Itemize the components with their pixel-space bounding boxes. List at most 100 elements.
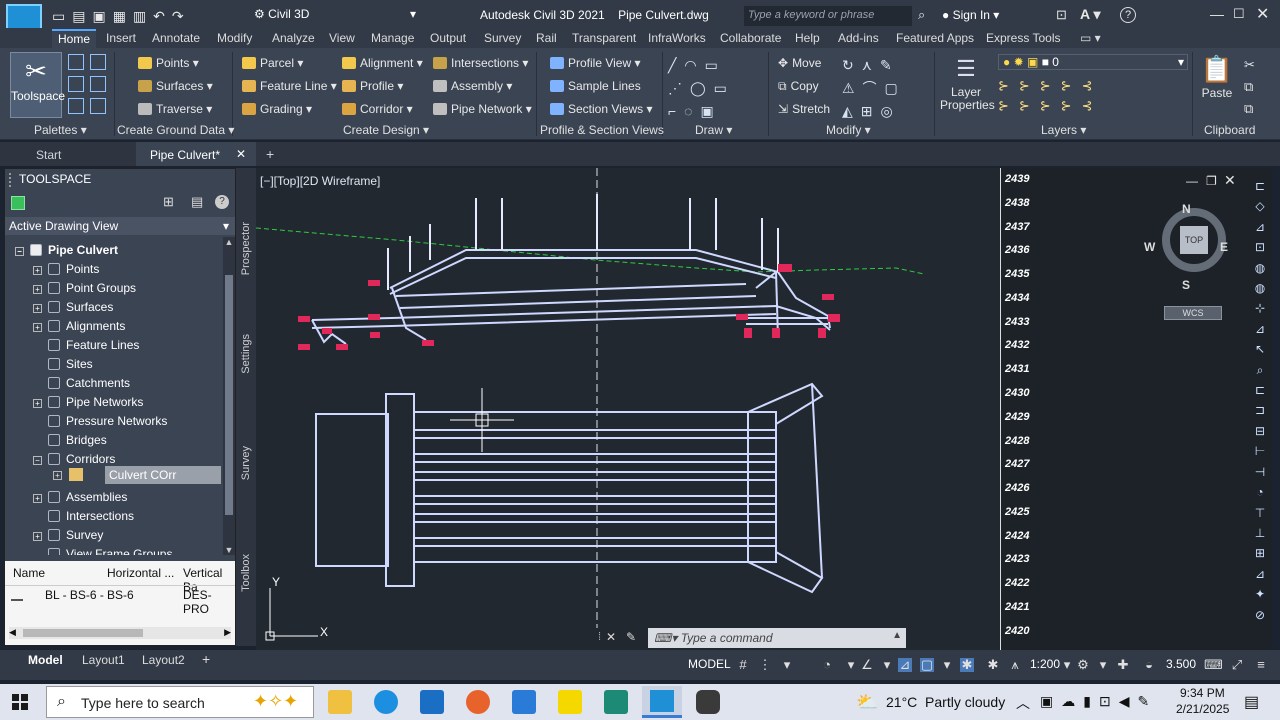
compass-n[interactable]: N xyxy=(1182,202,1191,216)
viewport-restore-icon[interactable]: ❐ xyxy=(1206,174,1217,188)
civil3d-taskbar-item[interactable] xyxy=(642,686,682,718)
tree-item-assemblies[interactable]: + Assemblies xyxy=(33,490,127,504)
globe-icon[interactable]: ◍ xyxy=(1250,278,1270,298)
tree-item-view-frame-groups[interactable]: View Frame Groups xyxy=(48,547,172,555)
open-icon[interactable]: ▤ xyxy=(72,8,92,24)
close-tab-icon[interactable]: ✕ xyxy=(236,147,246,161)
search-icon[interactable]: ⌕ xyxy=(918,7,925,23)
notification-icon[interactable]: ▤ xyxy=(1244,692,1259,712)
draw-row-1[interactable]: ╱◠▭ xyxy=(668,54,764,77)
autodesk-a-icon[interactable]: A ▾ xyxy=(1080,6,1101,23)
command-grip-icon[interactable]: ⁞ xyxy=(598,631,601,643)
stretch-button[interactable]: ⇲ Stretch xyxy=(778,102,830,116)
modify-row-1[interactable]: ↻⋏✎ xyxy=(842,54,932,77)
expand-icon[interactable]: + xyxy=(33,532,42,541)
nav-tool-icon[interactable]: ✦ xyxy=(1250,584,1270,604)
viewport-close-icon[interactable]: ✕ xyxy=(1224,172,1236,189)
palette-icon-1[interactable] xyxy=(68,54,84,70)
side-tab-prospector[interactable]: Prospector xyxy=(240,222,252,275)
status-value[interactable]: 3.500 xyxy=(1166,657,1196,671)
tray-chevron-up-icon[interactable]: ︿ xyxy=(1016,693,1030,713)
volume-icon[interactable]: ◀ xyxy=(1119,693,1138,709)
nav-tool-icon[interactable]: ◇ xyxy=(1250,196,1270,216)
modify-row-2[interactable]: ⚠⌒▢ xyxy=(842,77,932,100)
tree-scroll-down-icon[interactable]: ▼ xyxy=(223,545,235,555)
expand-icon[interactable]: + xyxy=(33,304,42,313)
tab-insert[interactable]: Insert xyxy=(106,31,136,45)
clock-date[interactable]: 2/21/2025 xyxy=(1176,702,1229,716)
search-input[interactable]: Type a keyword or phrase xyxy=(744,6,912,26)
table-header-horizontal[interactable]: Horizontal ... xyxy=(107,566,174,580)
drawing-viewport[interactable]: [−][Top][2D Wireframe] Y X 2439 2438 243… xyxy=(256,168,1272,650)
selection-cycling-icon[interactable]: ▢ xyxy=(920,658,934,672)
compass-w[interactable]: W xyxy=(1144,240,1155,254)
grading-button[interactable]: Grading ▾ xyxy=(242,102,312,116)
move-button[interactable]: ✥ Move xyxy=(778,56,821,70)
tab-output[interactable]: Output xyxy=(430,31,466,45)
grid-icon[interactable]: # xyxy=(736,658,750,672)
maximize-button[interactable]: ☐ xyxy=(1233,6,1245,22)
chevron-down-icon[interactable]: ▾ xyxy=(844,658,858,672)
tab-featured-apps[interactable]: Featured Apps xyxy=(896,31,974,45)
view-select[interactable]: Active Drawing View ▾ xyxy=(5,217,235,235)
redo-icon[interactable]: ↷ xyxy=(172,8,191,24)
palette-icon-4[interactable] xyxy=(90,76,106,92)
tree-scroll-up-icon[interactable]: ▲ xyxy=(223,237,235,247)
expand-icon[interactable]: + xyxy=(33,494,42,503)
tab-home[interactable]: Home xyxy=(52,29,97,49)
table-scroll-left-icon[interactable]: ◀ xyxy=(9,627,16,638)
tree-scroll-thumb[interactable] xyxy=(225,275,233,515)
taskbar-search[interactable]: ⌕ Type here to search ✦✧✦ xyxy=(46,686,314,718)
modify-row-3[interactable]: ◭⊞◎ xyxy=(842,100,932,123)
ribbon-toggle-icon[interactable]: ▭ ▾ xyxy=(1080,31,1101,45)
copy-button[interactable]: ⧉ Copy xyxy=(778,79,819,94)
saveas-icon[interactable]: ▦ xyxy=(113,8,133,24)
snap-icon[interactable]: ⋮ xyxy=(758,658,772,672)
draw-row-3[interactable]: ⌐◌▣ xyxy=(668,100,764,123)
paste-button[interactable]: 📋 Paste xyxy=(1198,52,1236,118)
chevron-down-icon[interactable]: ▾ xyxy=(780,658,794,672)
nav-tool-icon[interactable]: ⊣ xyxy=(1250,462,1270,482)
gear-icon[interactable]: ⚙ xyxy=(1076,658,1090,672)
toolspace-grip-icon[interactable] xyxy=(9,173,13,187)
nav-tool-icon[interactable]: ⊐ xyxy=(1250,400,1270,420)
tab-modify[interactable]: Modify xyxy=(217,31,252,45)
nav-tool-icon[interactable]: ⊞ xyxy=(1250,543,1270,563)
tab-express-tools[interactable]: Express Tools xyxy=(986,31,1060,45)
undo-icon[interactable]: ↶ xyxy=(153,8,172,24)
object-snap-icon[interactable]: ⊿ xyxy=(898,658,912,672)
copy-clip-icon[interactable]: ⧉ xyxy=(1244,76,1260,98)
close-button[interactable]: ✕ xyxy=(1256,4,1269,24)
tab-help[interactable]: Help xyxy=(795,31,820,45)
palette-icon-6[interactable] xyxy=(90,98,106,114)
firefox-icon[interactable] xyxy=(466,690,490,714)
tree-item-pipe-networks[interactable]: + Pipe Networks xyxy=(33,395,143,409)
nav-tool-icon[interactable]: ⊿ xyxy=(1250,217,1270,237)
traverse-button[interactable]: Traverse ▾ xyxy=(138,102,212,116)
tray-app-icon[interactable]: ▣ xyxy=(1040,693,1061,709)
annotation-visibility-icon[interactable]: ✱ xyxy=(960,658,974,672)
clock-time[interactable]: 9:34 PM xyxy=(1180,686,1225,700)
tab-addins[interactable]: Add-ins xyxy=(838,31,879,45)
new-tab-button[interactable]: + xyxy=(266,146,274,162)
add-layout-icon[interactable]: + xyxy=(202,651,210,667)
chevron-down-icon[interactable]: ▾ xyxy=(880,658,894,672)
assembly-button[interactable]: Assembly ▾ xyxy=(433,79,512,93)
draw-row-2[interactable]: ⋰◯▭ xyxy=(668,77,764,100)
fullscreen-icon[interactable]: ⤢ xyxy=(1230,658,1244,672)
tree-item-corridors[interactable]: − Corridors xyxy=(33,452,115,466)
side-tab-toolbox[interactable]: Toolbox xyxy=(240,554,252,592)
plus-icon[interactable]: ✚ xyxy=(1116,658,1130,672)
autocad-a-icon[interactable] xyxy=(604,690,628,714)
sign-in-button[interactable]: ● Sign In ▾ xyxy=(942,8,999,22)
alignment-button[interactable]: Alignment ▾ xyxy=(342,56,423,70)
compass-s[interactable]: S xyxy=(1182,278,1190,292)
expand-icon[interactable]: + xyxy=(33,323,42,332)
collapse-icon[interactable]: − xyxy=(15,247,24,256)
tree-item-alignments[interactable]: + Alignments xyxy=(33,319,125,333)
nav-tool-icon[interactable]: ⊹ xyxy=(1250,298,1270,318)
panel-palettes[interactable]: Palettes ▾ xyxy=(34,123,87,137)
tab-start[interactable]: Start xyxy=(36,148,61,162)
tab-manage[interactable]: Manage xyxy=(371,31,414,45)
palette-icon-5[interactable] xyxy=(68,98,84,114)
